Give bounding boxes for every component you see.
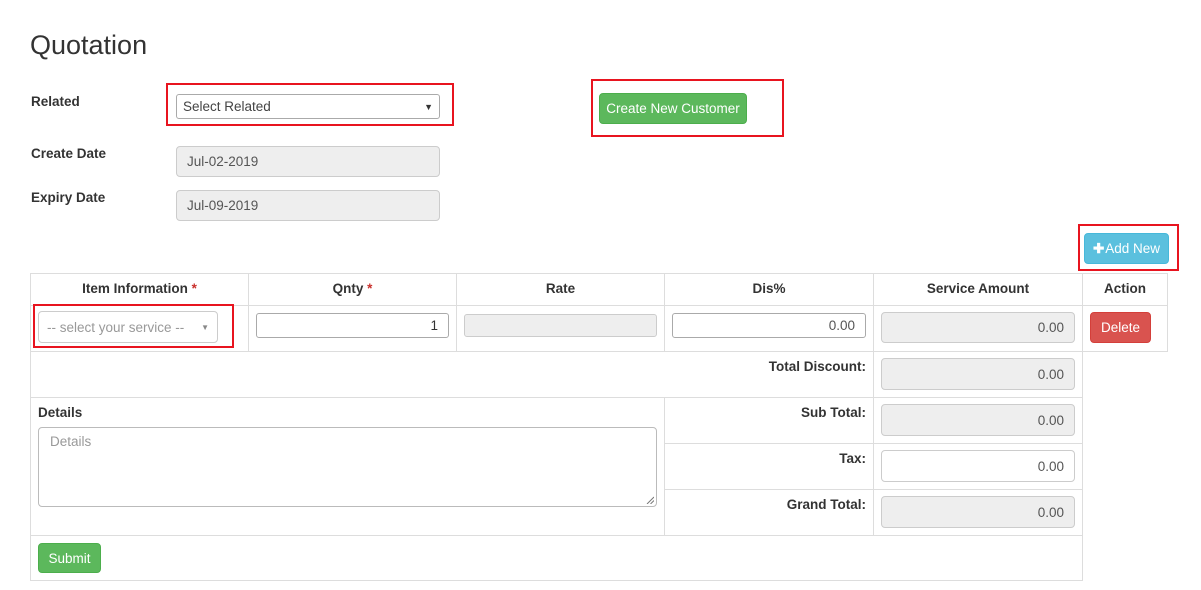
expiry-date-field[interactable]: Jul-09-2019 bbox=[176, 190, 440, 221]
header-qnty-label: Qnty bbox=[332, 281, 364, 296]
sub-total-value: 0.00 bbox=[1037, 412, 1064, 428]
required-mark: * bbox=[367, 281, 373, 296]
delete-button[interactable]: Delete bbox=[1090, 312, 1151, 343]
total-discount-value: 0.00 bbox=[1037, 366, 1064, 382]
service-amount-value: 0.00 bbox=[1037, 320, 1064, 335]
submit-button[interactable]: Submit bbox=[38, 543, 101, 573]
rate-input[interactable] bbox=[464, 314, 657, 337]
tax-input[interactable]: 0.00 bbox=[881, 450, 1075, 482]
expiry-date-value: Jul-09-2019 bbox=[187, 198, 259, 213]
expiry-date-label: Expiry Date bbox=[31, 190, 106, 205]
create-date-label: Create Date bbox=[31, 146, 107, 161]
service-amount-field[interactable]: 0.00 bbox=[881, 312, 1075, 343]
grand-total-field[interactable]: 0.00 bbox=[881, 496, 1075, 528]
page-title: Quotation bbox=[30, 30, 148, 60]
header-qnty: Qnty * bbox=[249, 281, 456, 296]
details-label: Details bbox=[38, 405, 83, 420]
related-select-value: Select Related bbox=[183, 99, 271, 114]
header-service-amount: Service Amount bbox=[926, 281, 1030, 296]
add-new-button[interactable]: ✚ Add New bbox=[1084, 233, 1169, 264]
resize-grip-icon[interactable] bbox=[646, 496, 654, 504]
header-action: Action bbox=[1104, 281, 1146, 296]
service-select[interactable]: -- select your service -- ▼ bbox=[38, 311, 218, 343]
create-date-value: Jul-02-2019 bbox=[187, 154, 259, 169]
qnty-input[interactable]: 1 bbox=[256, 313, 449, 338]
header-item-label: Item Information bbox=[82, 281, 188, 296]
tax-label: Tax: bbox=[839, 451, 866, 466]
service-select-placeholder: -- select your service -- bbox=[47, 319, 185, 335]
discount-value: 0.00 bbox=[828, 318, 855, 333]
sub-total-label: Sub Total: bbox=[801, 405, 866, 420]
details-textarea[interactable]: Details bbox=[38, 427, 657, 507]
plus-icon: ✚ bbox=[1092, 240, 1105, 256]
required-mark: * bbox=[191, 281, 197, 296]
related-select[interactable]: Select Related ▼ bbox=[176, 94, 440, 119]
chevron-down-icon: ▼ bbox=[424, 101, 433, 112]
create-date-field[interactable]: Jul-02-2019 bbox=[176, 146, 440, 177]
related-label: Related bbox=[31, 94, 80, 109]
header-rate: Rate bbox=[545, 281, 576, 296]
chevron-down-icon: ▼ bbox=[201, 322, 209, 332]
tax-value: 0.00 bbox=[1037, 458, 1064, 474]
grand-total-label: Grand Total: bbox=[786, 497, 866, 512]
sub-total-field[interactable]: 0.00 bbox=[881, 404, 1075, 436]
add-new-label: Add New bbox=[1105, 241, 1161, 256]
discount-input[interactable]: 0.00 bbox=[672, 313, 866, 338]
create-new-customer-button[interactable]: Create New Customer bbox=[599, 93, 747, 124]
qnty-value: 1 bbox=[430, 318, 438, 333]
details-placeholder: Details bbox=[50, 434, 92, 449]
total-discount-label: Total Discount: bbox=[768, 359, 866, 374]
header-dis: Dis% bbox=[752, 281, 786, 296]
grand-total-value: 0.00 bbox=[1037, 504, 1064, 520]
header-item-information: Item Information * bbox=[31, 281, 248, 296]
total-discount-field[interactable]: 0.00 bbox=[881, 358, 1075, 390]
